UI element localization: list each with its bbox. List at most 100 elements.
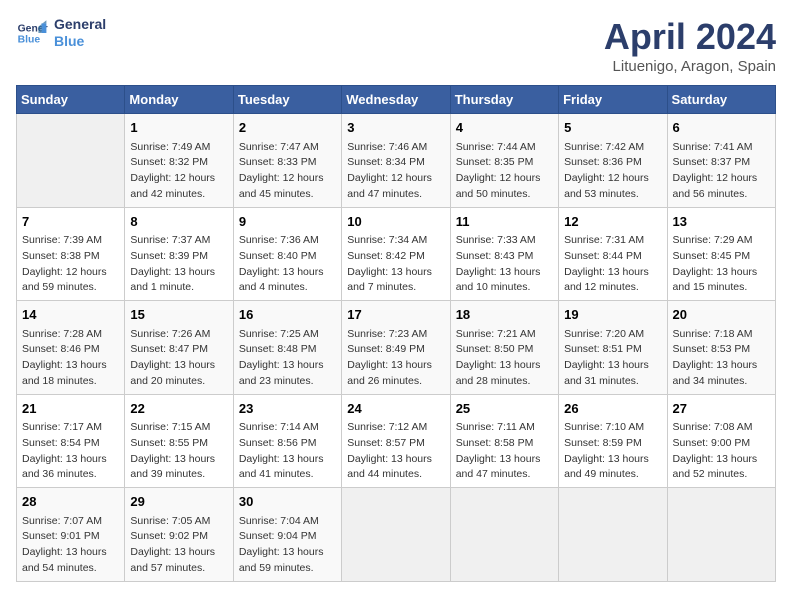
day-number: 17: [347, 305, 444, 325]
day-info: Sunrise: 7:28 AM Sunset: 8:46 PM Dayligh…: [22, 327, 119, 390]
calendar-cell: 4Sunrise: 7:44 AM Sunset: 8:35 PM Daylig…: [450, 114, 558, 208]
calendar-header-row: SundayMondayTuesdayWednesdayThursdayFrid…: [17, 86, 776, 114]
location-title: Lituenigo, Aragon, Spain: [604, 58, 776, 75]
day-number: 23: [239, 399, 336, 419]
day-number: 8: [130, 212, 227, 232]
calendar-day-header: Thursday: [450, 86, 558, 114]
day-info: Sunrise: 7:12 AM Sunset: 8:57 PM Dayligh…: [347, 420, 444, 483]
day-info: Sunrise: 7:46 AM Sunset: 8:34 PM Dayligh…: [347, 140, 444, 203]
day-info: Sunrise: 7:20 AM Sunset: 8:51 PM Dayligh…: [564, 327, 661, 390]
day-number: 16: [239, 305, 336, 325]
calendar-cell: 9Sunrise: 7:36 AM Sunset: 8:40 PM Daylig…: [233, 207, 341, 301]
calendar-day-header: Saturday: [667, 86, 775, 114]
day-info: Sunrise: 7:39 AM Sunset: 8:38 PM Dayligh…: [22, 233, 119, 296]
calendar-cell: 14Sunrise: 7:28 AM Sunset: 8:46 PM Dayli…: [17, 301, 125, 395]
calendar-cell: 7Sunrise: 7:39 AM Sunset: 8:38 PM Daylig…: [17, 207, 125, 301]
day-number: 15: [130, 305, 227, 325]
day-number: 30: [239, 492, 336, 512]
calendar-day-header: Sunday: [17, 86, 125, 114]
calendar-cell: [667, 488, 775, 582]
day-number: 22: [130, 399, 227, 419]
day-info: Sunrise: 7:11 AM Sunset: 8:58 PM Dayligh…: [456, 420, 553, 483]
day-info: Sunrise: 7:26 AM Sunset: 8:47 PM Dayligh…: [130, 327, 227, 390]
title-area: April 2024 Lituenigo, Aragon, Spain: [604, 16, 776, 75]
page-header: General Blue General Blue April 2024 Lit…: [16, 16, 776, 75]
day-info: Sunrise: 7:05 AM Sunset: 9:02 PM Dayligh…: [130, 514, 227, 577]
day-info: Sunrise: 7:47 AM Sunset: 8:33 PM Dayligh…: [239, 140, 336, 203]
calendar-week-row: 7Sunrise: 7:39 AM Sunset: 8:38 PM Daylig…: [17, 207, 776, 301]
calendar-cell: 12Sunrise: 7:31 AM Sunset: 8:44 PM Dayli…: [559, 207, 667, 301]
logo-icon: General Blue: [16, 17, 48, 49]
calendar-cell: [559, 488, 667, 582]
calendar-week-row: 21Sunrise: 7:17 AM Sunset: 8:54 PM Dayli…: [17, 394, 776, 488]
svg-text:Blue: Blue: [18, 34, 41, 45]
calendar-cell: [450, 488, 558, 582]
calendar-week-row: 28Sunrise: 7:07 AM Sunset: 9:01 PM Dayli…: [17, 488, 776, 582]
calendar-cell: 26Sunrise: 7:10 AM Sunset: 8:59 PM Dayli…: [559, 394, 667, 488]
calendar-cell: 11Sunrise: 7:33 AM Sunset: 8:43 PM Dayli…: [450, 207, 558, 301]
day-info: Sunrise: 7:37 AM Sunset: 8:39 PM Dayligh…: [130, 233, 227, 296]
calendar-cell: 28Sunrise: 7:07 AM Sunset: 9:01 PM Dayli…: [17, 488, 125, 582]
day-info: Sunrise: 7:18 AM Sunset: 8:53 PM Dayligh…: [673, 327, 770, 390]
day-number: 3: [347, 118, 444, 138]
day-number: 29: [130, 492, 227, 512]
logo-line2: Blue: [54, 33, 106, 50]
day-info: Sunrise: 7:33 AM Sunset: 8:43 PM Dayligh…: [456, 233, 553, 296]
day-number: 25: [456, 399, 553, 419]
day-info: Sunrise: 7:17 AM Sunset: 8:54 PM Dayligh…: [22, 420, 119, 483]
calendar-cell: 2Sunrise: 7:47 AM Sunset: 8:33 PM Daylig…: [233, 114, 341, 208]
calendar-cell: 27Sunrise: 7:08 AM Sunset: 9:00 PM Dayli…: [667, 394, 775, 488]
month-title: April 2024: [604, 16, 776, 58]
calendar-cell: 10Sunrise: 7:34 AM Sunset: 8:42 PM Dayli…: [342, 207, 450, 301]
day-number: 9: [239, 212, 336, 232]
calendar-cell: 1Sunrise: 7:49 AM Sunset: 8:32 PM Daylig…: [125, 114, 233, 208]
calendar-cell: 21Sunrise: 7:17 AM Sunset: 8:54 PM Dayli…: [17, 394, 125, 488]
day-info: Sunrise: 7:29 AM Sunset: 8:45 PM Dayligh…: [673, 233, 770, 296]
calendar-cell: [17, 114, 125, 208]
calendar-cell: 20Sunrise: 7:18 AM Sunset: 8:53 PM Dayli…: [667, 301, 775, 395]
day-info: Sunrise: 7:21 AM Sunset: 8:50 PM Dayligh…: [456, 327, 553, 390]
day-info: Sunrise: 7:41 AM Sunset: 8:37 PM Dayligh…: [673, 140, 770, 203]
calendar-cell: 13Sunrise: 7:29 AM Sunset: 8:45 PM Dayli…: [667, 207, 775, 301]
calendar-day-header: Tuesday: [233, 86, 341, 114]
calendar-cell: 6Sunrise: 7:41 AM Sunset: 8:37 PM Daylig…: [667, 114, 775, 208]
calendar-cell: 19Sunrise: 7:20 AM Sunset: 8:51 PM Dayli…: [559, 301, 667, 395]
day-info: Sunrise: 7:25 AM Sunset: 8:48 PM Dayligh…: [239, 327, 336, 390]
day-info: Sunrise: 7:36 AM Sunset: 8:40 PM Dayligh…: [239, 233, 336, 296]
calendar-cell: 16Sunrise: 7:25 AM Sunset: 8:48 PM Dayli…: [233, 301, 341, 395]
day-info: Sunrise: 7:31 AM Sunset: 8:44 PM Dayligh…: [564, 233, 661, 296]
calendar-cell: 30Sunrise: 7:04 AM Sunset: 9:04 PM Dayli…: [233, 488, 341, 582]
calendar-cell: 24Sunrise: 7:12 AM Sunset: 8:57 PM Dayli…: [342, 394, 450, 488]
calendar-cell: 3Sunrise: 7:46 AM Sunset: 8:34 PM Daylig…: [342, 114, 450, 208]
day-number: 14: [22, 305, 119, 325]
day-number: 28: [22, 492, 119, 512]
calendar-cell: 17Sunrise: 7:23 AM Sunset: 8:49 PM Dayli…: [342, 301, 450, 395]
calendar-cell: 23Sunrise: 7:14 AM Sunset: 8:56 PM Dayli…: [233, 394, 341, 488]
calendar-cell: 18Sunrise: 7:21 AM Sunset: 8:50 PM Dayli…: [450, 301, 558, 395]
day-number: 27: [673, 399, 770, 419]
day-info: Sunrise: 7:42 AM Sunset: 8:36 PM Dayligh…: [564, 140, 661, 203]
calendar-cell: 29Sunrise: 7:05 AM Sunset: 9:02 PM Dayli…: [125, 488, 233, 582]
calendar-cell: 15Sunrise: 7:26 AM Sunset: 8:47 PM Dayli…: [125, 301, 233, 395]
day-number: 10: [347, 212, 444, 232]
day-number: 18: [456, 305, 553, 325]
day-number: 1: [130, 118, 227, 138]
day-info: Sunrise: 7:49 AM Sunset: 8:32 PM Dayligh…: [130, 140, 227, 203]
calendar-cell: 22Sunrise: 7:15 AM Sunset: 8:55 PM Dayli…: [125, 394, 233, 488]
day-number: 20: [673, 305, 770, 325]
day-number: 26: [564, 399, 661, 419]
calendar-cell: [342, 488, 450, 582]
day-number: 19: [564, 305, 661, 325]
calendar-day-header: Monday: [125, 86, 233, 114]
calendar-cell: 5Sunrise: 7:42 AM Sunset: 8:36 PM Daylig…: [559, 114, 667, 208]
day-number: 11: [456, 212, 553, 232]
day-info: Sunrise: 7:08 AM Sunset: 9:00 PM Dayligh…: [673, 420, 770, 483]
calendar-week-row: 1Sunrise: 7:49 AM Sunset: 8:32 PM Daylig…: [17, 114, 776, 208]
day-number: 24: [347, 399, 444, 419]
calendar-day-header: Friday: [559, 86, 667, 114]
day-info: Sunrise: 7:07 AM Sunset: 9:01 PM Dayligh…: [22, 514, 119, 577]
day-info: Sunrise: 7:10 AM Sunset: 8:59 PM Dayligh…: [564, 420, 661, 483]
day-number: 7: [22, 212, 119, 232]
day-info: Sunrise: 7:04 AM Sunset: 9:04 PM Dayligh…: [239, 514, 336, 577]
calendar-day-header: Wednesday: [342, 86, 450, 114]
